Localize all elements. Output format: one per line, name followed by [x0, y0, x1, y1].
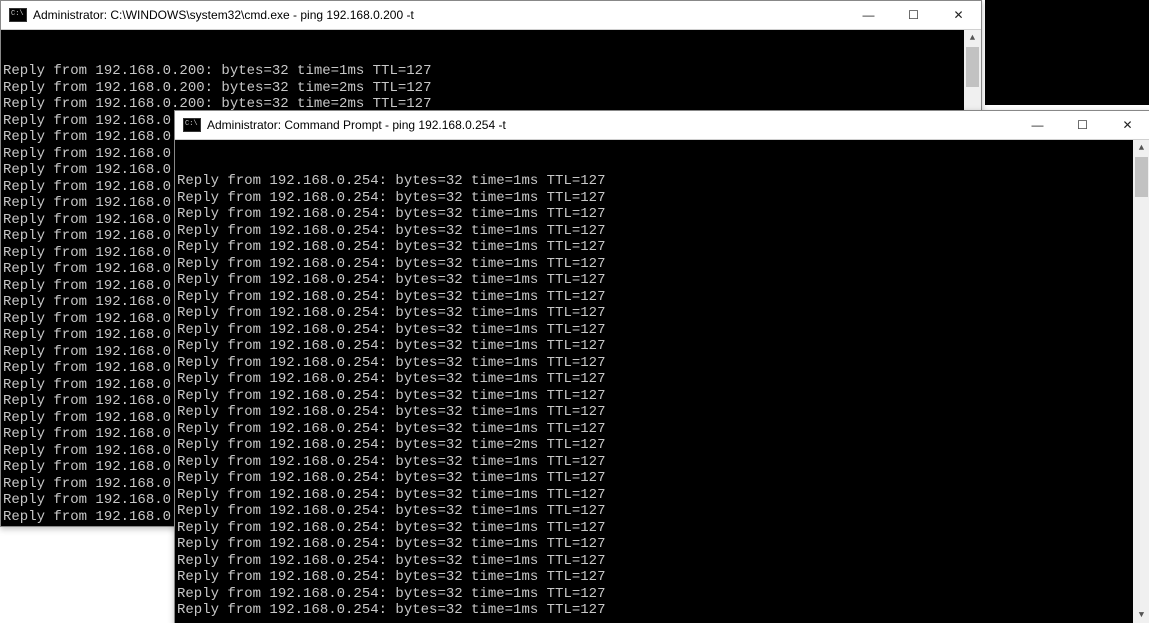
console-output-front[interactable]: Reply from 192.168.0.254: bytes=32 time=… — [175, 140, 1149, 623]
minimize-button[interactable]: — — [1015, 111, 1060, 139]
titlebar-front[interactable]: Administrator: Command Prompt - ping 192… — [175, 111, 1149, 140]
console-line: Reply from 192.168.0.254: bytes=32 time=… — [177, 404, 1149, 421]
console-line: Reply from 192.168.0.200: bytes=32 time=… — [3, 80, 981, 97]
desktop: Administrator: C:\WINDOWS\system32\cmd.e… — [0, 0, 1149, 623]
scroll-thumb-front[interactable] — [1135, 157, 1148, 197]
console-line: Reply from 192.168.0.254: bytes=32 time=… — [177, 569, 1149, 586]
maximize-button[interactable]: ☐ — [891, 1, 936, 29]
window-title-front: Administrator: Command Prompt - ping 192… — [207, 118, 506, 132]
console-line: Reply from 192.168.0.254: bytes=32 time=… — [177, 239, 1149, 256]
console-line: Reply from 192.168.0.254: bytes=32 time=… — [177, 536, 1149, 553]
console-line: Reply from 192.168.0.254: bytes=32 time=… — [177, 553, 1149, 570]
console-line: Reply from 192.168.0.254: bytes=32 time=… — [177, 586, 1149, 603]
scroll-up-icon[interactable]: ▲ — [964, 30, 981, 47]
cmd-icon — [9, 8, 27, 22]
console-line: Reply from 192.168.0.254: bytes=32 time=… — [177, 520, 1149, 537]
window-buttons-front: — ☐ ✕ — [1015, 111, 1149, 139]
close-button[interactable]: ✕ — [1105, 111, 1149, 139]
scroll-down-icon[interactable]: ▼ — [1133, 607, 1149, 623]
background-black-panel — [985, 0, 1149, 105]
scroll-up-icon[interactable]: ▲ — [1133, 140, 1149, 157]
console-line: Reply from 192.168.0.254: bytes=32 time=… — [177, 487, 1149, 504]
minimize-button[interactable]: — — [846, 1, 891, 29]
console-line: Reply from 192.168.0.254: bytes=32 time=… — [177, 355, 1149, 372]
console-line: Reply from 192.168.0.254: bytes=32 time=… — [177, 388, 1149, 405]
console-line: Reply from 192.168.0.254: bytes=32 time=… — [177, 421, 1149, 438]
console-line: Reply from 192.168.0.254: bytes=32 time=… — [177, 503, 1149, 520]
console-line: Reply from 192.168.0.254: bytes=32 time=… — [177, 272, 1149, 289]
scroll-thumb-back[interactable] — [966, 47, 979, 87]
console-line: Reply from 192.168.0.254: bytes=32 time=… — [177, 223, 1149, 240]
console-line: Reply from 192.168.0.254: bytes=32 time=… — [177, 173, 1149, 190]
close-button[interactable]: ✕ — [936, 1, 981, 29]
console-line: Reply from 192.168.0.254: bytes=32 time=… — [177, 437, 1149, 454]
window-buttons-back: — ☐ ✕ — [846, 1, 981, 29]
cmd-window-front[interactable]: Administrator: Command Prompt - ping 192… — [174, 110, 1149, 623]
scrollbar-front[interactable]: ▲ ▼ — [1133, 140, 1149, 623]
console-line: Reply from 192.168.0.200: bytes=32 time=… — [3, 63, 981, 80]
console-line: Reply from 192.168.0.254: bytes=32 time=… — [177, 206, 1149, 223]
console-line: Reply from 192.168.0.254: bytes=32 time=… — [177, 371, 1149, 388]
console-line: Reply from 192.168.0.254: bytes=32 time=… — [177, 190, 1149, 207]
console-line: Reply from 192.168.0.254: bytes=32 time=… — [177, 322, 1149, 339]
console-line: Reply from 192.168.0.254: bytes=32 time=… — [177, 289, 1149, 306]
console-line: Reply from 192.168.0.254: bytes=32 time=… — [177, 305, 1149, 322]
console-line: Reply from 192.168.0.254: bytes=32 time=… — [177, 470, 1149, 487]
console-line: Reply from 192.168.0.254: bytes=32 time=… — [177, 602, 1149, 619]
titlebar-back[interactable]: Administrator: C:\WINDOWS\system32\cmd.e… — [1, 1, 981, 30]
window-title-back: Administrator: C:\WINDOWS\system32\cmd.e… — [33, 8, 414, 22]
maximize-button[interactable]: ☐ — [1060, 111, 1105, 139]
console-line: Reply from 192.168.0.254: bytes=32 time=… — [177, 454, 1149, 471]
console-line: Reply from 192.168.0.254: bytes=32 time=… — [177, 256, 1149, 273]
cmd-icon — [183, 118, 201, 132]
console-line: Reply from 192.168.0.254: bytes=32 time=… — [177, 338, 1149, 355]
